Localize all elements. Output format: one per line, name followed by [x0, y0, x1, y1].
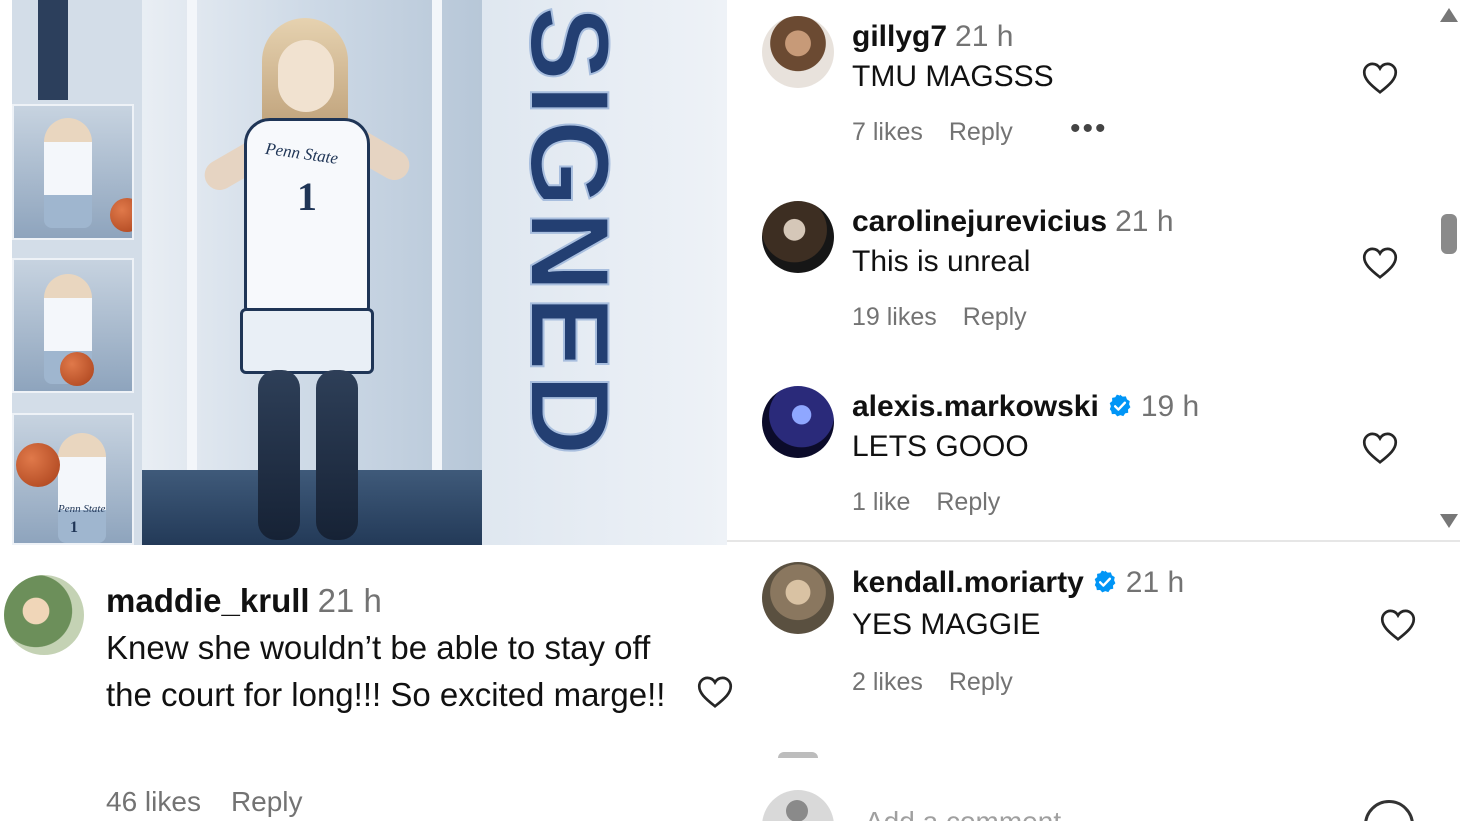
username-text[interactable]: maddie_krull [106, 582, 310, 619]
heart-outline-icon[interactable] [1362, 61, 1398, 95]
comment-time: 19 h [1140, 390, 1200, 423]
next-comment-avatar-partial [778, 752, 818, 758]
comment-meta: 7 likes Reply [852, 118, 1013, 147]
thumbnail-photo-dribbling [12, 104, 134, 240]
verified-badge-icon [1109, 394, 1131, 417]
scrollbar[interactable] [1438, 0, 1460, 540]
comment-username[interactable]: gillyg7 21 h [852, 20, 1013, 54]
reply-button[interactable]: Reply [949, 118, 1013, 146]
heart-outline-icon[interactable] [1362, 431, 1398, 465]
jersey-team: Penn State [264, 138, 340, 168]
verified-badge-icon [1094, 570, 1116, 593]
post-image[interactable]: Penn State 1 Penn State 1 SIGNED [12, 0, 727, 545]
heart-outline-icon[interactable] [1362, 246, 1398, 280]
comment-text: Knew she wouldn’t be able to stay off th… [106, 629, 666, 713]
heart-outline-icon[interactable] [1380, 608, 1416, 642]
comment-username[interactable]: maddie_krull 21 h [106, 582, 382, 620]
more-options-icon[interactable]: ••• [1070, 112, 1108, 146]
comment-text: YES MAGGIE [852, 608, 1041, 641]
likes-count[interactable]: 2 likes [852, 668, 923, 696]
avatar[interactable] [762, 386, 834, 458]
comment-time: 21 h [317, 582, 382, 619]
jersey: Penn State 1 [244, 118, 370, 313]
comment-text: LETS GOOO [852, 430, 1029, 463]
avatar[interactable] [762, 562, 834, 634]
scroll-thumb[interactable] [1441, 214, 1457, 254]
comment-time: 21 h [955, 20, 1014, 53]
username-text[interactable]: kendall.moriarty [852, 566, 1084, 599]
reply-button[interactable]: Reply [936, 488, 1000, 516]
reply-button[interactable]: Reply [963, 303, 1027, 331]
thumbnail-jersey-number: 1 [70, 519, 78, 536]
avatar[interactable] [762, 201, 834, 273]
comment-username[interactable]: kendall.moriarty 21 h [852, 566, 1184, 600]
username-text[interactable]: gillyg7 [852, 20, 947, 53]
reply-button[interactable]: Reply [231, 786, 303, 817]
comment-meta: 19 likes Reply [852, 303, 1027, 332]
avatar[interactable] [4, 575, 84, 655]
comment-time: 21 h [1125, 566, 1185, 599]
add-comment-input[interactable]: Add a comment... [865, 806, 1084, 821]
comment-meta: 1 like Reply [852, 488, 1000, 517]
comment-meta: 2 likes Reply [852, 668, 1013, 697]
jersey-number: 1 [297, 174, 317, 219]
likes-count[interactable]: 19 likes [852, 303, 937, 331]
scroll-up-arrow-icon[interactable] [1440, 8, 1458, 22]
scroll-down-arrow-icon[interactable] [1440, 514, 1458, 528]
comment-username[interactable]: carolinejurevicius 21 h [852, 205, 1174, 239]
username-text[interactable]: alexis.markowski [852, 390, 1099, 423]
comment-meta: 46 likes Reply [106, 786, 303, 818]
reply-button[interactable]: Reply [949, 668, 1013, 696]
avatar[interactable] [762, 16, 834, 88]
comment-username[interactable]: alexis.markowski 19 h [852, 390, 1199, 424]
thumbnail-photo-sitting [12, 258, 134, 393]
comment-text: This is unreal [852, 245, 1031, 278]
player-figure: Penn State 1 [192, 10, 422, 545]
divider [727, 540, 1460, 542]
likes-count[interactable]: 7 likes [852, 118, 923, 146]
likes-count[interactable]: 1 like [852, 488, 910, 516]
username-text[interactable]: carolinejurevicius [852, 205, 1107, 238]
comment-text: TMU MAGSSS [852, 60, 1054, 93]
comment-time: 21 h [1115, 205, 1174, 238]
thumbnail-jersey-team: Penn State [58, 503, 106, 515]
likes-count[interactable]: 46 likes [106, 786, 201, 817]
thumbnail-photo-holding-ball: Penn State 1 [12, 413, 134, 545]
signed-overlay-text: SIGNED [506, 5, 633, 460]
